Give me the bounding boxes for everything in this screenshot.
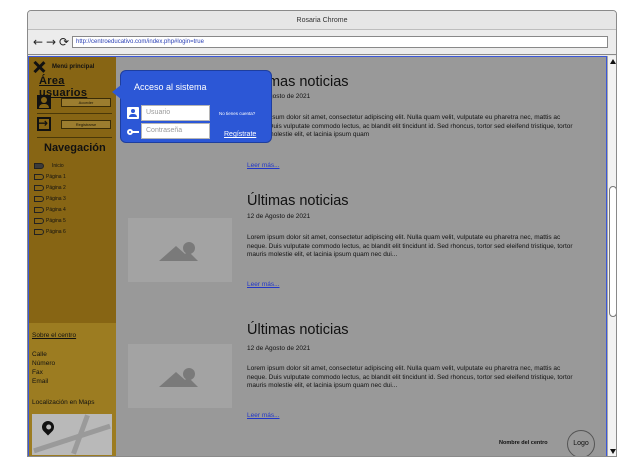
read-more-link[interactable]: Leer más... [247, 412, 280, 419]
read-more-link[interactable]: Leer más... [247, 162, 280, 169]
sun-shape [183, 368, 195, 380]
login-icon [37, 116, 51, 131]
nav-item-label: Página 2 [46, 184, 66, 191]
divider [37, 137, 112, 138]
article-title: Últimas noticias [247, 193, 349, 209]
article-title: Últimas noticias [247, 322, 349, 338]
map-pin-icon [39, 418, 57, 436]
navigation-title: Navegación [44, 142, 106, 154]
register-row: Registrarse [37, 116, 111, 131]
tag-icon [34, 184, 44, 191]
article-body: Lorem ipsum dolor sit amet, consectetur … [247, 114, 573, 138]
login-popup: Acceso al sistema Usuario Contraseña No … [112, 70, 272, 143]
article-body: Lorem ipsum dolor sit amet, consectetur … [247, 234, 573, 258]
username-field[interactable]: Usuario [141, 105, 210, 121]
center-name: Nombre del centro [499, 440, 548, 446]
nav-item-page-1[interactable]: Página 1 [34, 171, 66, 182]
register-button[interactable]: Registrarse [61, 119, 111, 129]
article-date: 12 de Agosto de 2021 [247, 345, 311, 352]
scroll-up-icon[interactable] [610, 59, 616, 64]
contact-email: Email [32, 378, 49, 385]
menu-label: Menú principal [52, 64, 95, 70]
sidebar-footer: Sobre el centro Calle Número Fax Email L… [29, 323, 116, 456]
user-icon [127, 107, 139, 119]
nav-item-page-6[interactable]: Página 6 [34, 226, 66, 237]
key-icon [127, 126, 139, 138]
nav-item-label: Página 5 [46, 217, 66, 224]
reload-icon[interactable]: ⟳ [58, 35, 70, 49]
no-account-text: No tienes cuenta? [219, 111, 256, 116]
page-viewport: Menú principal Área usuarios Acceder Reg… [28, 56, 616, 456]
divider [37, 113, 112, 114]
nav-list: Inicio Página 1 Página 2 Página 3 Página… [34, 160, 66, 237]
nav-item-label: Página 4 [46, 206, 66, 213]
nav-item-label: Página 3 [46, 195, 66, 202]
menu-header[interactable]: Menú principal [33, 60, 94, 74]
contact-street: Calle [32, 351, 47, 358]
nav-item-inicio[interactable]: Inicio [34, 160, 66, 171]
address-bar: ← → ⟳ http://centroeducativo.com/index.p… [28, 30, 616, 55]
about-link[interactable]: Sobre el centro [32, 332, 76, 339]
tag-icon [34, 195, 44, 202]
nav-item-page-2[interactable]: Página 2 [34, 182, 66, 193]
access-button[interactable]: Acceder [61, 97, 111, 107]
read-more-link[interactable]: Leer más... [247, 281, 280, 288]
tag-icon [34, 228, 44, 235]
nav-item-label: Página 6 [46, 228, 66, 235]
tag-icon [34, 206, 44, 213]
popup-title: Acceso al sistema [134, 82, 207, 92]
tag-icon [34, 217, 44, 224]
user-icon [37, 95, 51, 109]
contact-fax: Fax [32, 369, 43, 376]
tag-icon [34, 173, 44, 180]
access-row: Acceder [37, 95, 111, 109]
nav-item-page-5[interactable]: Página 5 [34, 215, 66, 226]
password-field[interactable]: Contraseña [141, 123, 210, 139]
nav-item-label: Página 1 [46, 173, 66, 180]
maps-label: Localización en Maps [32, 399, 95, 406]
nav-item-page-3[interactable]: Página 3 [34, 193, 66, 204]
logo: Logo [567, 430, 595, 456]
back-arrow-icon[interactable]: ← [32, 35, 44, 49]
image-placeholder [128, 218, 232, 282]
contact-number: Número [32, 360, 56, 367]
window-titlebar: Rosaria Chrome [28, 11, 616, 30]
nav-item-page-4[interactable]: Página 4 [34, 204, 66, 215]
scroll-down-icon[interactable] [610, 449, 616, 454]
forward-arrow-icon[interactable]: → [45, 35, 57, 49]
vertical-scrollbar[interactable] [607, 56, 616, 456]
map-thumbnail[interactable] [32, 414, 112, 455]
article-body: Lorem ipsum dolor sit amet, consectetur … [247, 365, 573, 389]
article-date: 12 de Agosto de 2021 [247, 213, 311, 220]
close-icon[interactable] [33, 61, 45, 73]
popup-pointer [112, 85, 121, 99]
url-field[interactable]: http://centroeducativo.com/index.php#log… [72, 36, 608, 48]
nav-item-label: Inicio [52, 162, 64, 169]
tag-icon [34, 162, 44, 169]
image-placeholder [128, 344, 232, 408]
sun-shape [183, 242, 195, 254]
register-link[interactable]: Regístrate [224, 131, 256, 138]
scroll-thumb[interactable] [609, 186, 616, 317]
browser-window: Rosaria Chrome ← → ⟳ http://centroeducat… [27, 10, 617, 457]
